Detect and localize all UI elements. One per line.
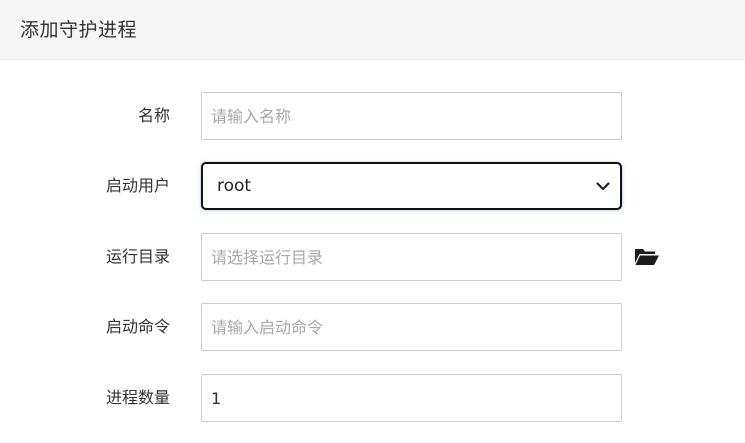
user-select[interactable]: root bbox=[201, 162, 622, 210]
directory-label: 运行目录 bbox=[105, 247, 170, 266]
name-input[interactable] bbox=[201, 92, 622, 140]
command-input[interactable] bbox=[201, 303, 622, 351]
chevron-down-icon bbox=[596, 182, 610, 191]
directory-input[interactable] bbox=[201, 233, 622, 281]
command-row: 启动命令 bbox=[0, 303, 745, 351]
user-label: 启动用户 bbox=[105, 176, 170, 195]
process-count-label: 进程数量 bbox=[105, 388, 170, 407]
dialog-title: 添加守护进程 bbox=[20, 19, 138, 41]
dialog-header: 添加守护进程 bbox=[0, 0, 745, 60]
user-select-value: root bbox=[217, 176, 252, 196]
command-label: 启动命令 bbox=[105, 317, 170, 336]
folder-open-icon[interactable] bbox=[634, 246, 660, 268]
process-count-row: 进程数量 bbox=[0, 374, 745, 422]
directory-row: 运行目录 bbox=[0, 233, 745, 281]
name-label: 名称 bbox=[137, 106, 170, 125]
process-count-input[interactable] bbox=[201, 374, 622, 422]
user-row: 启动用户 root bbox=[0, 162, 745, 210]
name-row: 名称 bbox=[0, 92, 745, 140]
